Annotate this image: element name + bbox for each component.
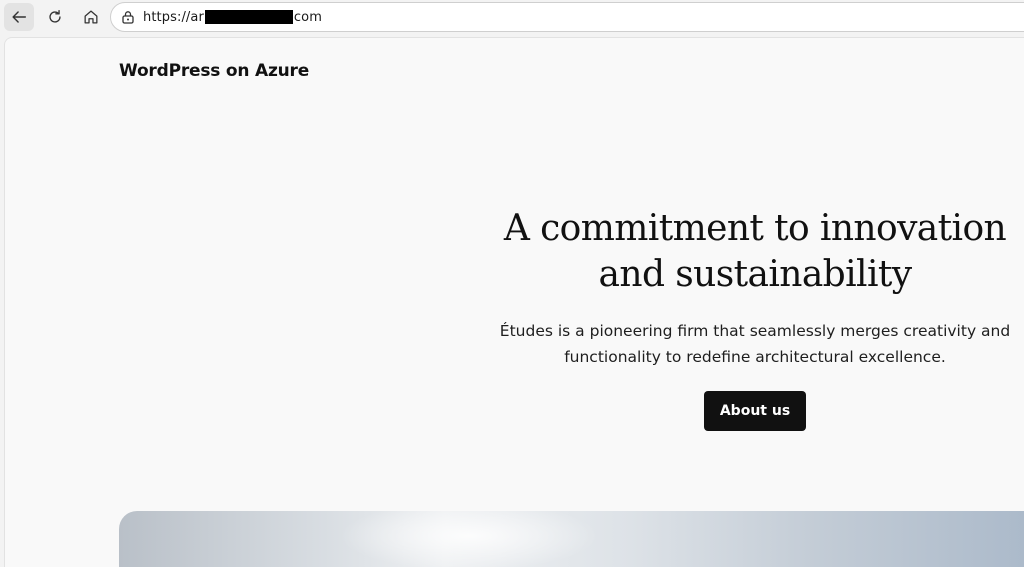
arrow-left-icon: [12, 11, 27, 23]
hero-heading: A commitment to innovation and sustainab…: [485, 206, 1024, 298]
url-redaction: [204, 10, 293, 24]
page-viewport: WordPress on Azure A commitment to innov…: [4, 37, 1024, 567]
home-button[interactable]: [76, 3, 106, 31]
home-icon: [84, 10, 98, 24]
hero-image: [119, 511, 1024, 567]
address-bar[interactable]: https://ar com: [110, 2, 1024, 32]
about-us-button[interactable]: About us: [703, 391, 807, 431]
browser-toolbar: https://ar com: [0, 0, 1024, 34]
hero-description-line-2: functionality to redefine architectural …: [564, 348, 946, 366]
lock-icon[interactable]: [121, 10, 135, 24]
url-text[interactable]: https://ar com: [143, 10, 322, 25]
url-prefix: https://ar: [143, 9, 204, 25]
site-title[interactable]: WordPress on Azure: [119, 61, 309, 81]
reload-button[interactable]: [40, 3, 70, 31]
hero-heading-line-2: and sustainability: [598, 254, 913, 295]
hero-heading-line-1: A commitment to innovation: [503, 208, 1007, 249]
hero-description-line-1: Études is a pioneering firm that seamles…: [499, 322, 1011, 340]
url-suffix: com: [293, 9, 322, 25]
back-button[interactable]: [4, 3, 34, 31]
reload-icon: [49, 10, 61, 23]
hero-description: Études is a pioneering firm that seamles…: [485, 318, 1024, 370]
hero-section: A commitment to innovation and sustainab…: [485, 206, 1024, 431]
